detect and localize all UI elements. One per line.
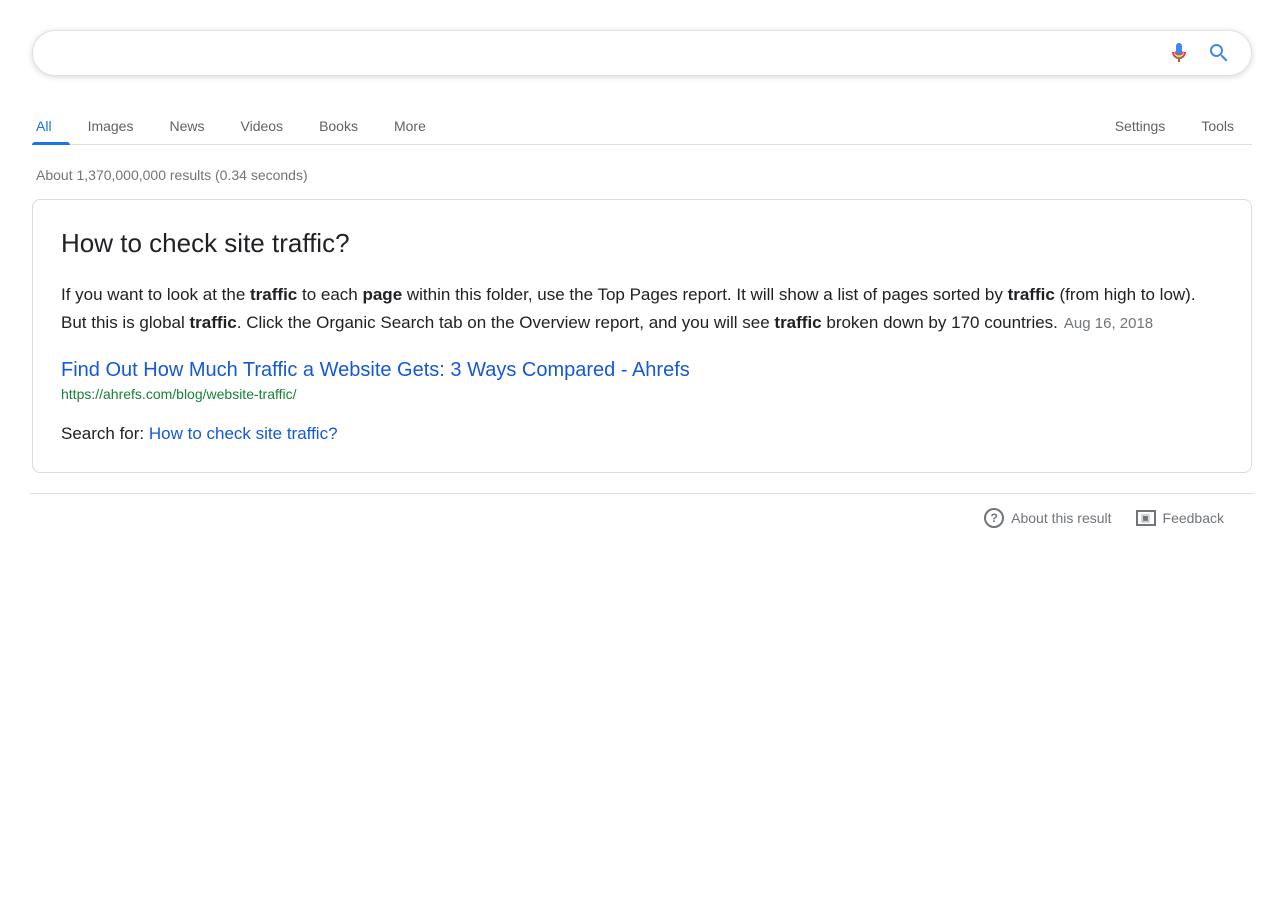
- featured-question: How to check site traffic?: [61, 228, 1223, 259]
- tab-news[interactable]: News: [151, 108, 222, 144]
- featured-snippet-card: How to check site traffic? If you want t…: [32, 199, 1252, 473]
- tab-tools[interactable]: Tools: [1183, 108, 1252, 144]
- about-result-button[interactable]: ? About this result: [984, 508, 1111, 528]
- feedback-button[interactable]: ▣ Feedback: [1136, 510, 1224, 526]
- body-text-1: If you want to look at the: [61, 285, 250, 304]
- tab-images[interactable]: Images: [70, 108, 152, 144]
- tab-all[interactable]: All: [32, 108, 70, 144]
- body-text-6: broken down by 170 countries.: [822, 313, 1058, 332]
- mic-icon[interactable]: [1167, 41, 1191, 65]
- search-icon[interactable]: [1207, 41, 1231, 65]
- feedback-label: Feedback: [1163, 510, 1224, 526]
- body-text-3: within this folder, use the Top Pages re…: [402, 285, 1007, 304]
- featured-date: Aug 16, 2018: [1064, 315, 1153, 332]
- featured-body: If you want to look at the traffic to ea…: [61, 281, 1223, 337]
- search-for: Search for: How to check site traffic?: [61, 424, 1223, 444]
- tab-books[interactable]: Books: [301, 108, 376, 144]
- body-text-5: . Click the Organic Search tab on the Ov…: [237, 313, 775, 332]
- body-bold-traffic3: traffic: [190, 313, 237, 332]
- search-for-link[interactable]: How to check site traffic?: [149, 424, 338, 443]
- body-bold-page: page: [362, 285, 402, 304]
- featured-url[interactable]: https://ahrefs.com/blog/website-traffic/: [61, 386, 1223, 402]
- footer-bar: ? About this result ▣ Feedback: [30, 493, 1254, 542]
- featured-link[interactable]: Find Out How Much Traffic a Website Gets…: [61, 359, 1223, 382]
- body-bold-traffic1: traffic: [250, 285, 297, 304]
- body-text-2: to each: [297, 285, 362, 304]
- about-result-icon: ?: [984, 508, 1004, 528]
- body-bold-traffic4: traffic: [774, 313, 821, 332]
- search-input[interactable]: check website traffic: [53, 42, 1167, 65]
- body-bold-traffic2: traffic: [1008, 285, 1055, 304]
- nav-tabs: All Images News Videos Books More Settin…: [32, 94, 1252, 145]
- search-bar: check website traffic: [32, 30, 1252, 76]
- about-result-label: About this result: [1011, 510, 1111, 526]
- results-count: About 1,370,000,000 results (0.34 second…: [32, 167, 1252, 183]
- search-for-label: Search for:: [61, 424, 144, 443]
- tab-more[interactable]: More: [376, 108, 444, 144]
- tab-videos[interactable]: Videos: [223, 108, 302, 144]
- feedback-icon: ▣: [1136, 510, 1156, 526]
- tab-settings[interactable]: Settings: [1111, 108, 1184, 144]
